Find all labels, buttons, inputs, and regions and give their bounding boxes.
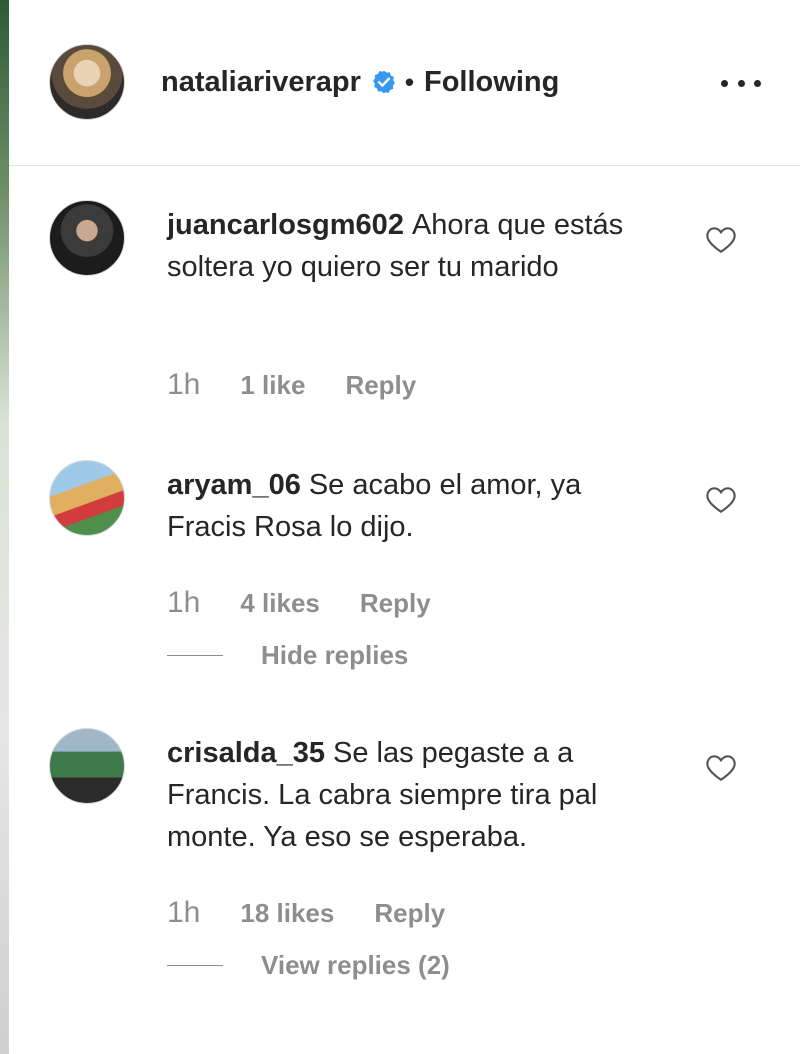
commenter-avatar[interactable] (49, 200, 125, 276)
comment-time: 1h (167, 896, 201, 929)
commenter-username[interactable]: juancarlosgm602 (167, 209, 404, 241)
more-dot (721, 79, 728, 87)
reply-button[interactable]: Reply (360, 588, 431, 619)
comment-time: 1h (167, 368, 201, 401)
more-dot (754, 79, 761, 87)
more-dot (737, 79, 745, 87)
background-strip (0, 0, 9, 1054)
commenter-avatar[interactable] (49, 728, 125, 804)
comment-text: crisalda_35 Se las pegaste a a Francis. L… (167, 732, 657, 858)
heart-icon[interactable] (705, 484, 737, 514)
comment-meta: 1h 4 likes Reply (167, 586, 431, 620)
comment-likes[interactable]: 18 likes (240, 898, 334, 929)
comment-likes[interactable]: 1 like (240, 370, 305, 401)
reply-button[interactable]: Reply (345, 370, 416, 401)
author-row: nataliariverapr • Following (161, 62, 559, 102)
author-username[interactable]: nataliariverapr (161, 66, 361, 99)
verified-badge-icon (372, 70, 395, 94)
heart-icon[interactable] (705, 224, 737, 254)
commenter-username[interactable]: aryam_06 (167, 469, 301, 501)
replies-toggle-label: Hide replies (261, 640, 409, 670)
commenter-avatar[interactable] (49, 460, 125, 536)
hide-replies-button[interactable]: Hide replies (167, 640, 408, 671)
replies-line (167, 965, 223, 966)
replies-line (167, 655, 223, 656)
header-separator: • (404, 66, 414, 97)
post-header: nataliariverapr • Following (9, 0, 800, 166)
author-avatar[interactable] (49, 44, 125, 120)
view-replies-button[interactable]: View replies (2) (167, 950, 450, 981)
following-button[interactable]: Following (424, 66, 559, 99)
more-options-icon[interactable] (721, 72, 761, 94)
comment-text: aryam_06 Se acabo el amor, ya Fracis Rosa… (167, 464, 657, 548)
comments-panel: nataliariverapr • Following juancarlosgm… (9, 0, 800, 1054)
replies-toggle-label: View replies (2) (261, 950, 450, 980)
comment-time: 1h (167, 586, 201, 619)
commenter-username[interactable]: crisalda_35 (167, 737, 325, 769)
comment-meta: 1h 18 likes Reply (167, 896, 445, 930)
comment-likes[interactable]: 4 likes (240, 588, 320, 619)
comment-meta: 1h 1 like Reply (167, 368, 416, 402)
comment-text: juancarlosgm602 Ahora que estás soltera y… (167, 204, 657, 288)
reply-button[interactable]: Reply (374, 898, 445, 929)
heart-icon[interactable] (705, 752, 737, 782)
